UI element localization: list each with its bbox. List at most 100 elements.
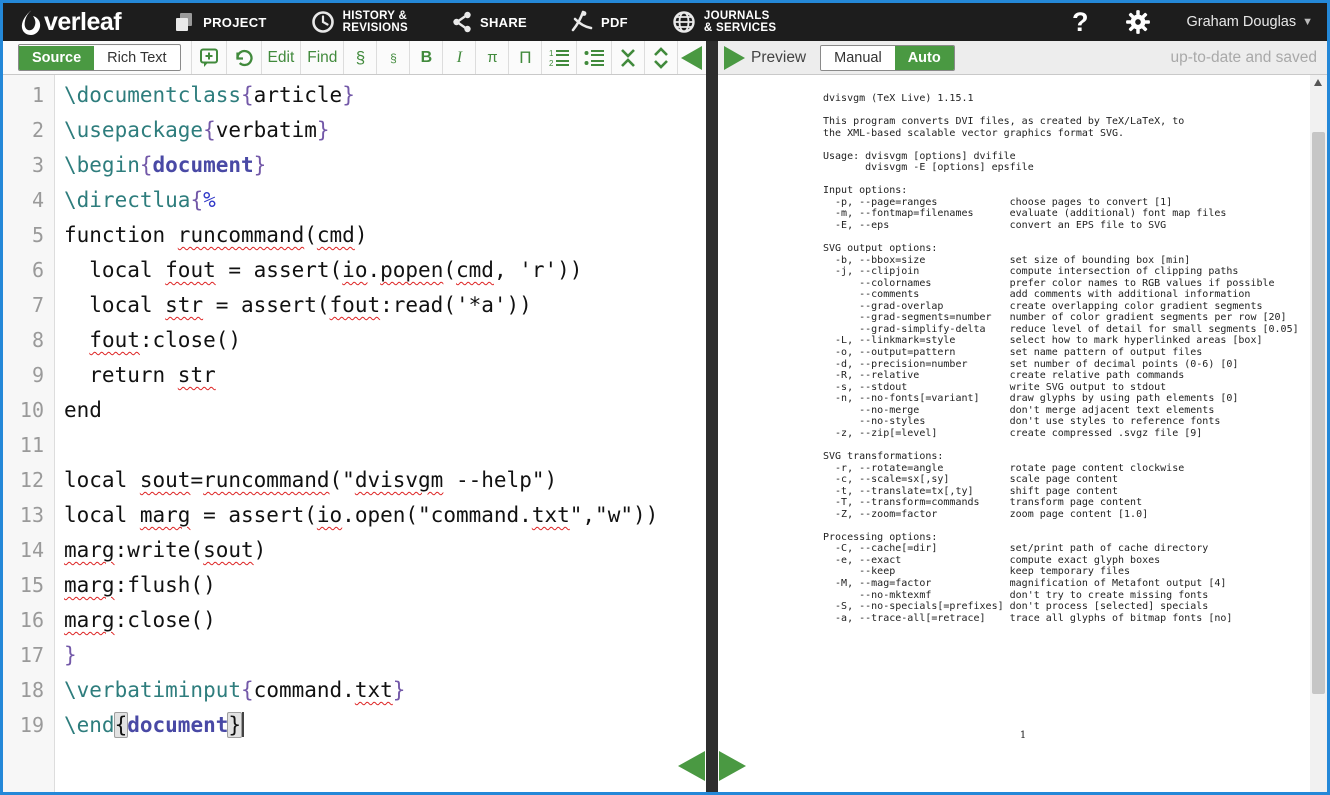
help-button[interactable]: ? [1072, 7, 1089, 38]
source-mode-button[interactable]: Source [19, 46, 94, 70]
overleaf-window: verleaf PROJECT [0, 0, 1330, 795]
top-navbar: verleaf PROJECT [3, 3, 1327, 41]
code-area[interactable]: \documentclass{article}\usepackage{verba… [55, 75, 706, 792]
pdf-preview-area[interactable]: dvisvgm (TeX Live) 1.15.1 This program c… [718, 75, 1327, 792]
editor-bottom-collapse-arrow[interactable] [678, 751, 705, 781]
code-line[interactable]: \end{document} [64, 708, 706, 743]
preview-scrollbar[interactable] [1310, 75, 1327, 792]
preview-pane: Preview Manual Auto up-to-date and saved… [718, 41, 1327, 792]
user-name: Graham Douglas [1187, 14, 1297, 30]
inline-math-button[interactable]: π [475, 41, 508, 74]
line-number: 4 [3, 183, 54, 218]
bullet-list-button[interactable] [576, 41, 611, 74]
code-line[interactable]: return str [64, 358, 706, 393]
line-number: 8 [3, 323, 54, 358]
collapse-icon [618, 47, 638, 69]
code-line[interactable]: \usepackage{verbatim} [64, 113, 706, 148]
code-line[interactable]: \begin{document} [64, 148, 706, 183]
code-line[interactable]: marg:close() [64, 603, 706, 638]
save-status: up-to-date and saved [1171, 49, 1318, 67]
line-number: 18 [3, 673, 54, 708]
pdf-page: dvisvgm (TeX Live) 1.15.1 This program c… [718, 75, 1310, 792]
nav-item-label: PDF [601, 16, 628, 29]
pane-divider[interactable] [706, 41, 718, 792]
line-number: 11 [3, 428, 54, 463]
code-line[interactable]: fout:close() [64, 323, 706, 358]
collapse-button[interactable] [611, 41, 644, 74]
logo-text: verleaf [44, 8, 121, 37]
overleaf-logo[interactable]: verleaf [19, 8, 121, 37]
code-line[interactable]: } [64, 638, 706, 673]
line-number: 6 [3, 253, 54, 288]
subsection-button[interactable]: § [376, 41, 409, 74]
code-line[interactable]: marg:flush() [64, 568, 706, 603]
code-line[interactable] [64, 428, 706, 463]
auto-compile-button[interactable]: Auto [895, 46, 954, 70]
pdf-page-number: 1 [823, 730, 1223, 741]
nav-item-history-revisions[interactable]: HISTORY & REVISIONS [311, 10, 408, 35]
editor-toolbar-buttons: Edit Find § § B I [191, 41, 679, 74]
svg-text:2: 2 [549, 59, 554, 68]
text-cursor [242, 712, 244, 737]
preview-toolbar: Preview Manual Auto up-to-date and saved [718, 41, 1327, 75]
line-number: 1 [3, 78, 54, 113]
mode-toggle: Source Rich Text [18, 44, 181, 71]
expand-icon [651, 47, 671, 69]
expand-preview-arrow[interactable] [724, 46, 745, 70]
collapse-editor-arrow[interactable] [681, 46, 702, 70]
line-number: 19 [3, 708, 54, 743]
nav-item-label: HISTORY & REVISIONS [343, 10, 408, 35]
expand-button[interactable] [644, 41, 678, 74]
preview-bottom-expand-arrow[interactable] [719, 751, 746, 781]
settings-gear-icon[interactable] [1125, 9, 1151, 35]
line-number: 3 [3, 148, 54, 183]
line-number: 2 [3, 113, 54, 148]
code-line[interactable]: local marg = assert(io.open("command.txt… [64, 498, 706, 533]
history-button[interactable] [226, 41, 261, 74]
nav-item-label: JOURNALS & SERVICES [704, 10, 776, 35]
manual-compile-button[interactable]: Manual [821, 46, 895, 70]
editor-pane: Source Rich Text [3, 41, 706, 792]
numbered-list-button[interactable]: 1 2 [541, 41, 576, 74]
italic-button[interactable]: I [442, 41, 475, 74]
code-line[interactable]: local fout = assert(io.popen(cmd, 'r')) [64, 253, 706, 288]
nav-item-project[interactable]: PROJECT [173, 11, 267, 33]
user-account-menu[interactable]: Graham Douglas ▼ [1187, 14, 1314, 30]
section-button[interactable]: § [343, 41, 376, 74]
scrollbar-thumb[interactable] [1312, 132, 1325, 694]
share-icon [452, 11, 472, 33]
nav-item-journals-services[interactable]: JOURNALS & SERVICES [672, 10, 776, 35]
compile-mode-toggle: Manual Auto [820, 45, 955, 71]
bullet-list-icon [583, 47, 605, 69]
line-number: 14 [3, 533, 54, 568]
rich-text-mode-button[interactable]: Rich Text [94, 46, 179, 70]
pdf-reader-icon [571, 10, 593, 34]
code-line[interactable]: local str = assert(fout:read('*a')) [64, 288, 706, 323]
add-comment-icon [198, 47, 220, 69]
add-comment-button[interactable] [191, 41, 226, 74]
line-number: 5 [3, 218, 54, 253]
line-number: 15 [3, 568, 54, 603]
source-editor[interactable]: 12345678910111213141516171819 \documentc… [3, 75, 706, 792]
history-clock-icon [311, 10, 335, 34]
scrollbar-up-arrow[interactable] [1314, 79, 1322, 86]
nav-item-pdf[interactable]: PDF [571, 10, 628, 34]
bold-button[interactable]: B [409, 41, 442, 74]
line-number: 12 [3, 463, 54, 498]
code-line[interactable]: local sout=runcommand("dvisvgm --help") [64, 463, 706, 498]
nav-item-share[interactable]: SHARE [452, 11, 527, 33]
line-number-gutter: 12345678910111213141516171819 [3, 75, 55, 792]
line-number: 17 [3, 638, 54, 673]
line-number: 16 [3, 603, 54, 638]
display-math-button[interactable]: Π [508, 41, 541, 74]
edit-menu-button[interactable]: Edit [261, 41, 301, 74]
code-line[interactable]: marg:write(sout) [64, 533, 706, 568]
undo-history-icon [233, 47, 255, 69]
code-line[interactable]: \documentclass{article} [64, 78, 706, 113]
code-line[interactable]: \directlua{% [64, 183, 706, 218]
find-button[interactable]: Find [300, 41, 343, 74]
overleaf-leaf-icon [19, 8, 43, 36]
code-line[interactable]: function runcommand(cmd) [64, 218, 706, 253]
code-line[interactable]: \verbatiminput{command.txt} [64, 673, 706, 708]
code-line[interactable]: end [64, 393, 706, 428]
